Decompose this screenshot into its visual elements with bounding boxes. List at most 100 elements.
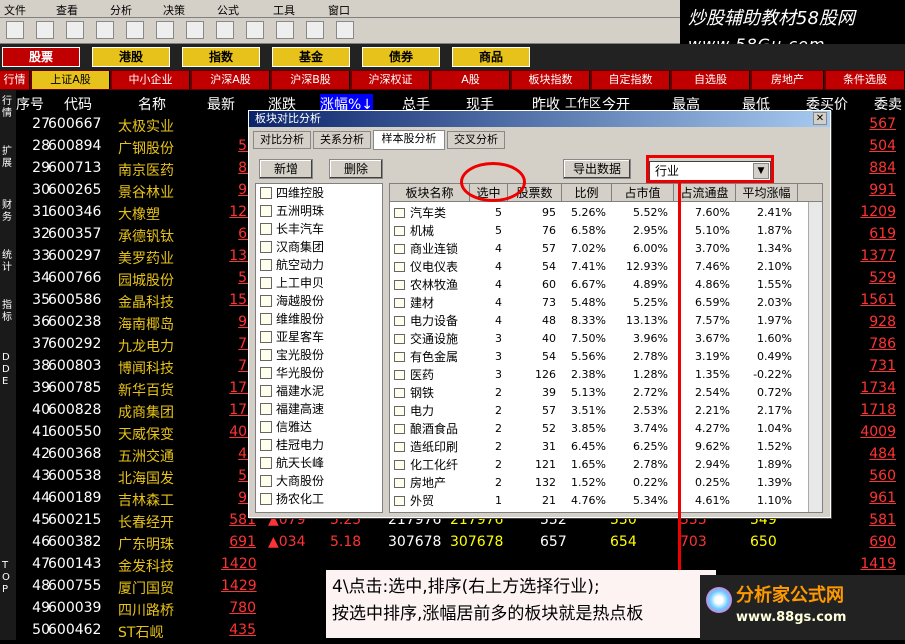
side-tab-top[interactable]: TOP [2, 560, 14, 596]
delete-button[interactable]: 删除 [329, 159, 383, 179]
tab-hs-b[interactable]: 沪深B股 [272, 71, 350, 89]
grid-row[interactable]: 有色金属 3 54 5.56% 2.78% 3.19% 0.49% [390, 348, 810, 366]
grid-row[interactable]: 化工化纤 2 121 1.65% 2.78% 2.94% 1.89% [390, 456, 810, 474]
side-tab-dde[interactable]: DDE [2, 352, 14, 388]
tab-quote[interactable]: 行情 [0, 71, 30, 89]
grid-row[interactable]: 商业连锁 4 57 7.02% 6.00% 3.70% 1.34% [390, 240, 810, 258]
grid-row[interactable]: 造纸印刷 2 31 6.45% 6.25% 9.62% 1.52% [390, 438, 810, 456]
module-index[interactable]: 指数 [182, 47, 260, 67]
tab-compare[interactable]: 对比分析 [253, 131, 311, 149]
tab-relation[interactable]: 关系分析 [313, 131, 371, 149]
col-seq[interactable]: 序号 [16, 94, 44, 114]
tab-warrant[interactable]: 沪深权证 [352, 71, 430, 89]
tab-screener[interactable]: 条件选股 [826, 71, 905, 89]
side-tab-indicator[interactable]: 指标 [2, 300, 14, 324]
row-seq: 29 [32, 160, 50, 176]
side-tab-ext[interactable]: 扩展 [2, 146, 14, 170]
col-code[interactable]: 代码 [64, 94, 92, 114]
list-item[interactable]: 宝光股份 [256, 346, 382, 364]
gear-icon[interactable] [246, 21, 264, 39]
grid-row[interactable]: 钢铁 2 39 5.13% 2.72% 2.54% 0.72% [390, 384, 810, 402]
grid-row[interactable]: 外贸 1 21 4.76% 5.34% 4.61% 1.10% [390, 492, 810, 510]
stock-list[interactable]: 四维控股 五洲明珠 长丰汽车 汉商集团 航空动力 上工申贝 海越股份 维维股份 亚星客车 宝光股份… [255, 183, 383, 513]
grid-row[interactable]: 电力设备 4 48 8.33% 13.13% 7.57% 1.97% [390, 312, 810, 330]
grid-row[interactable]: 酿酒食品 2 52 3.85% 3.74% 4.27% 1.04% [390, 420, 810, 438]
table-row[interactable]: 46 600382 广东明珠 691 690 ▲034 5.18 307678 307678 65… [16, 534, 905, 556]
grid-row[interactable]: 汽车类 5 95 5.26% 5.52% 7.60% 2.41% [390, 204, 810, 222]
list-item[interactable]: 扬农化工 [256, 490, 382, 508]
book-icon[interactable] [276, 21, 294, 39]
close-icon[interactable]: ✕ [813, 112, 827, 125]
tab-hs-a[interactable]: 沪深A股 [192, 71, 270, 89]
tab-sample[interactable]: 样本股分析 [373, 130, 445, 150]
menu-formula[interactable]: 公式 [217, 2, 239, 18]
module-stock[interactable]: 股票 [2, 47, 80, 67]
grid-row[interactable]: 建材 4 73 5.48% 5.25% 6.59% 2.03% [390, 294, 810, 312]
col-last[interactable]: 最新 [207, 94, 235, 114]
list-item[interactable]: 航空动力 [256, 256, 382, 274]
grid-row[interactable]: 交通设施 3 40 7.50% 3.96% 3.67% 1.60% [390, 330, 810, 348]
menu-file[interactable]: 文件 [4, 2, 26, 18]
tab-sh-a[interactable]: 上证A股 [32, 71, 110, 89]
grid-row[interactable]: 房地产 2 132 1.52% 0.22% 0.25% 1.39% [390, 474, 810, 492]
module-hk[interactable]: 港股 [92, 47, 170, 67]
module-fund[interactable]: 基金 [272, 47, 350, 67]
tab-a[interactable]: A股 [432, 71, 510, 89]
list-item[interactable]: 亚星客车 [256, 328, 382, 346]
col-name[interactable]: 名称 [138, 94, 166, 114]
add-button[interactable]: 新增 [259, 159, 313, 179]
list-item[interactable]: 福建高速 [256, 400, 382, 418]
module-commodity[interactable]: 商品 [452, 47, 530, 67]
open-icon[interactable] [6, 21, 24, 39]
grid-row[interactable]: 机械 5 76 6.58% 2.95% 5.10% 1.87% [390, 222, 810, 240]
module-bond[interactable]: 债券 [362, 47, 440, 67]
menu-analysis[interactable]: 分析 [110, 2, 132, 18]
col-ask[interactable]: 委卖 [874, 94, 902, 114]
diamond-icon[interactable] [156, 21, 174, 39]
tab-sector-index[interactable]: 板块指数 [512, 71, 590, 89]
list-item[interactable]: 大商股份 [256, 472, 382, 490]
tab-realestate[interactable]: 房地产 [752, 71, 824, 89]
tab-watchlist[interactable]: 自选股 [672, 71, 750, 89]
menu-tools[interactable]: 工具 [273, 2, 295, 18]
grid-row[interactable]: 农林牧渔 4 60 6.67% 4.89% 4.86% 1.55% [390, 276, 810, 294]
grid-row[interactable]: 电力 2 57 3.51% 2.53% 2.21% 2.17% [390, 402, 810, 420]
grid-col-avgchg[interactable]: 平均涨幅 [736, 184, 798, 202]
alert-icon[interactable] [126, 21, 144, 39]
grid-col-float[interactable]: 占流通盘 [674, 184, 736, 202]
grid-col-sector[interactable]: 板块名称 [390, 184, 470, 202]
menu-decision[interactable]: 决策 [163, 2, 185, 18]
grid-row[interactable]: 医药 3 126 2.38% 1.28% 1.35% -0.22% [390, 366, 810, 384]
menu-view[interactable]: 查看 [56, 2, 78, 18]
list-item[interactable]: 四维控股 [256, 184, 382, 202]
bars-icon[interactable] [306, 21, 324, 39]
grid-row[interactable]: 仪电仪表 4 54 7.41% 12.93% 7.46% 2.10% [390, 258, 810, 276]
list-item[interactable]: 上工申贝 [256, 274, 382, 292]
side-tab-fin[interactable]: 财务 [2, 200, 14, 224]
tab-cross[interactable]: 交叉分析 [447, 131, 505, 149]
pen-icon[interactable] [216, 21, 234, 39]
list-item[interactable]: 海越股份 [256, 292, 382, 310]
help-icon[interactable] [336, 21, 354, 39]
list-item[interactable]: 信雅达 [256, 418, 382, 436]
list-item[interactable]: 福建水泥 [256, 382, 382, 400]
list-item[interactable]: 桂冠电力 [256, 436, 382, 454]
tool-icon[interactable] [96, 21, 114, 39]
tab-custom-index[interactable]: 自定指数 [592, 71, 670, 89]
grid-icon[interactable] [186, 21, 204, 39]
export-button[interactable]: 导出数据 [563, 159, 631, 179]
tab-sme[interactable]: 中小企业 [112, 71, 190, 89]
grid-scrollbar[interactable] [808, 202, 822, 512]
chart-icon[interactable] [66, 21, 84, 39]
side-tab-stat[interactable]: 统计 [2, 250, 14, 274]
list-item[interactable]: 航天长峰 [256, 454, 382, 472]
list-item[interactable]: 汉商集团 [256, 238, 382, 256]
grid-col-mktcap[interactable]: 占市值 [612, 184, 674, 202]
grid-col-ratio[interactable]: 比例 [562, 184, 612, 202]
people-icon[interactable] [36, 21, 54, 39]
list-item[interactable]: 五洲明珠 [256, 202, 382, 220]
menu-window[interactable]: 窗口 [328, 2, 350, 18]
list-item[interactable]: 华光股份 [256, 364, 382, 382]
list-item[interactable]: 长丰汽车 [256, 220, 382, 238]
list-item[interactable]: 维维股份 [256, 310, 382, 328]
